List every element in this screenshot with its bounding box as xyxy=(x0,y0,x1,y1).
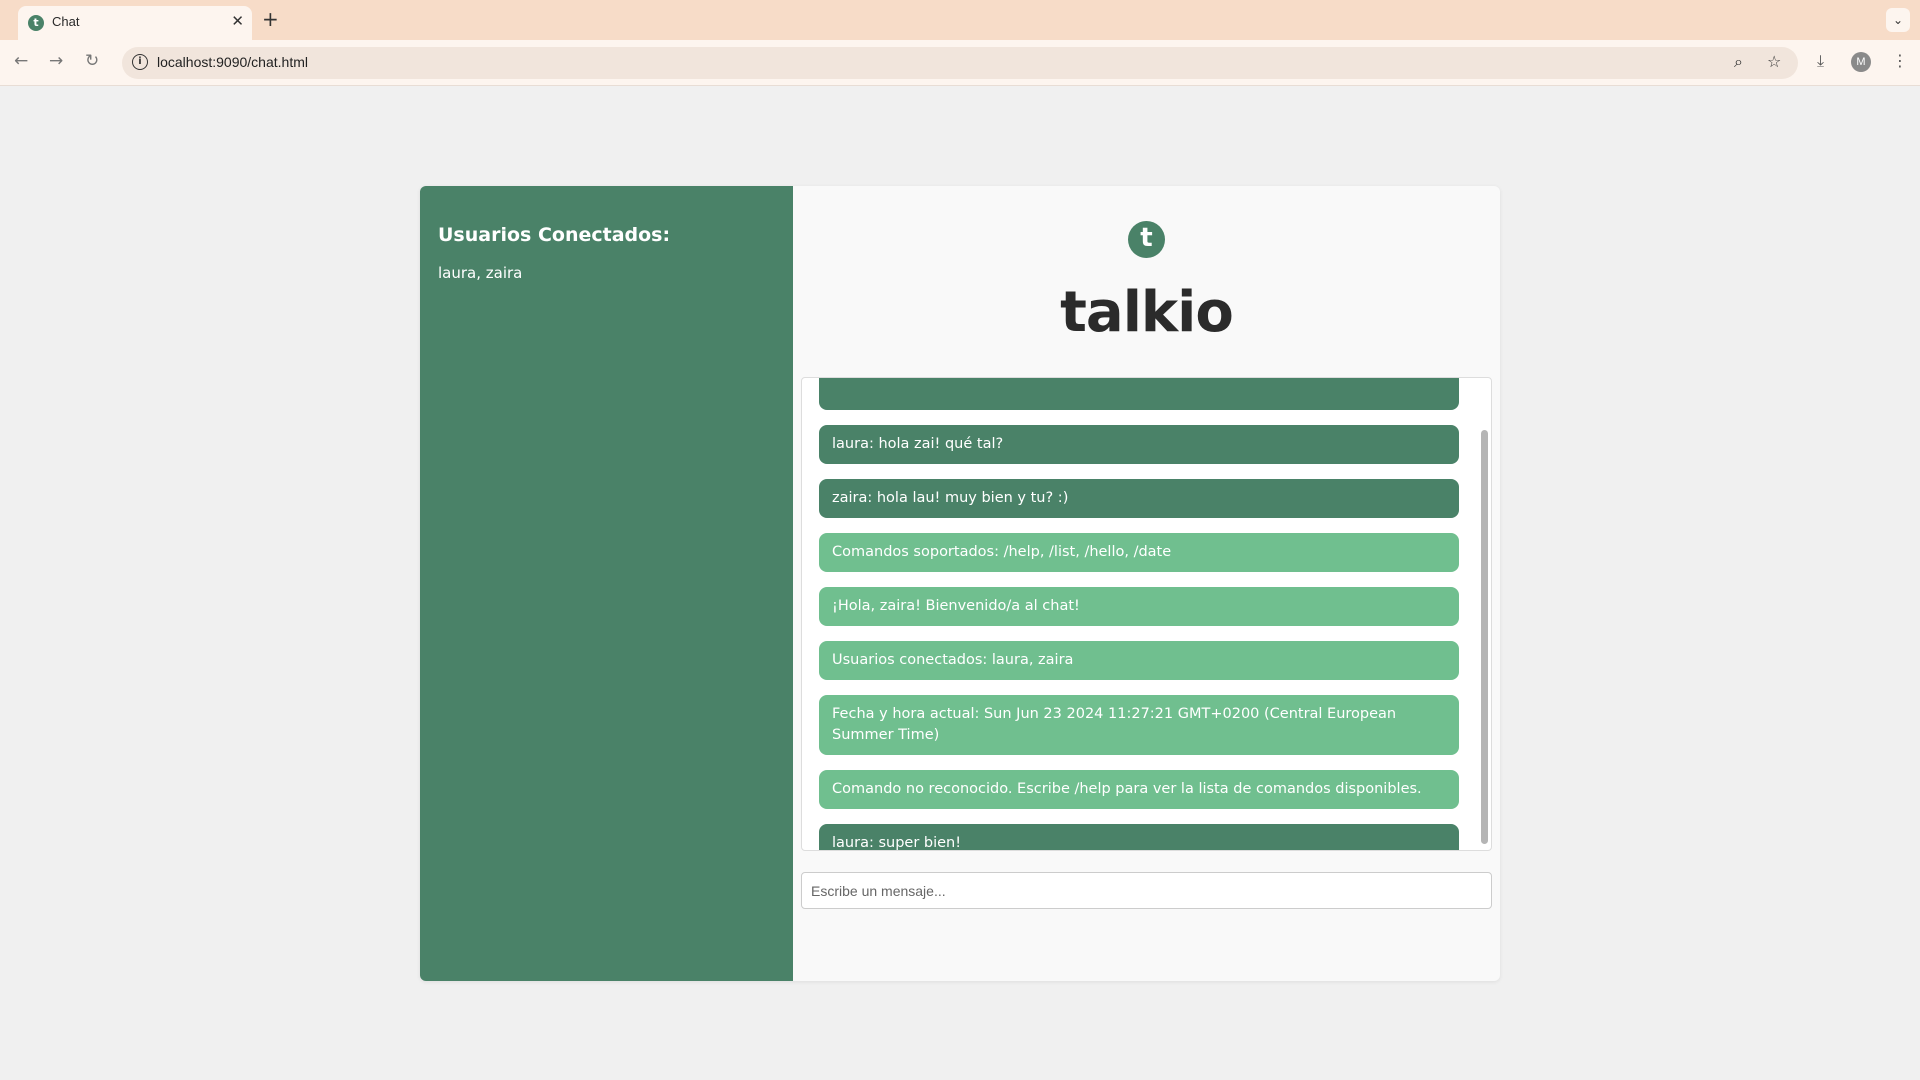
reload-icon[interactable]: ↻ xyxy=(85,51,99,71)
message-input-wrapper xyxy=(801,872,1492,909)
browser-tab-strip: t Chat ✕ + ⌄ xyxy=(0,0,1920,40)
system-message: Usuarios conectados: laura, zaira xyxy=(819,641,1459,680)
forward-arrow-icon[interactable]: → xyxy=(49,51,63,71)
new-tab-icon[interactable]: + xyxy=(262,7,279,31)
messages-scrollbar[interactable] xyxy=(1479,378,1489,850)
system-message: Fecha y hora actual: Sun Jun 23 2024 11:… xyxy=(819,695,1459,755)
talkio-favicon-icon: t xyxy=(28,15,44,31)
connected-users-sidebar: Usuarios Conectados: laura, zaira xyxy=(420,186,793,981)
browser-toolbar: ← → ↻ i localhost:9090/chat.html ⌕ ☆ ⤓ M… xyxy=(0,40,1920,86)
connected-users-list: laura, zaira xyxy=(438,264,523,282)
address-bar[interactable]: i localhost:9090/chat.html ⌕ ☆ xyxy=(122,47,1798,79)
system-message: ¡Hola, zaira! Bienvenido/a al chat! xyxy=(819,587,1459,626)
talkio-logo-icon: t xyxy=(1128,221,1165,258)
sidebar-title: Usuarios Conectados: xyxy=(438,224,671,246)
user-message: zaira: hola lau! muy bien y tu? :) xyxy=(819,479,1459,518)
zoom-icon[interactable]: ⌕ xyxy=(1734,52,1743,72)
message-list: laura: hola zai! qué tal? zaira: hola lau… xyxy=(819,378,1459,850)
user-message xyxy=(819,378,1459,410)
url-text[interactable]: localhost:9090/chat.html xyxy=(157,54,308,70)
back-arrow-icon[interactable]: ← xyxy=(14,51,28,71)
more-menu-icon[interactable]: ⋮ xyxy=(1892,51,1908,70)
message-input[interactable] xyxy=(801,872,1492,909)
bookmark-star-icon[interactable]: ☆ xyxy=(1767,52,1781,71)
user-message: laura: super bien! xyxy=(819,824,1459,850)
site-info-icon[interactable]: i xyxy=(132,54,148,70)
tab-search-chevron-icon[interactable]: ⌄ xyxy=(1886,8,1910,32)
brand-title: talkio xyxy=(1060,280,1234,345)
tab-close-icon[interactable]: ✕ xyxy=(231,12,244,30)
download-icon[interactable]: ⤓ xyxy=(1817,51,1824,71)
chat-main-panel: t talkio laura: hola zai! qué tal? zaira:… xyxy=(793,186,1500,981)
system-message: Comandos soportados: /help, /list, /hell… xyxy=(819,533,1459,572)
user-message: laura: hola zai! qué tal? xyxy=(819,425,1459,464)
messages-panel[interactable]: laura: hola zai! qué tal? zaira: hola lau… xyxy=(801,377,1492,851)
browser-tab-chat[interactable]: t Chat ✕ xyxy=(18,6,252,40)
chat-app-container: Usuarios Conectados: laura, zaira t talk… xyxy=(420,186,1500,981)
profile-avatar[interactable]: M xyxy=(1851,52,1871,72)
scrollbar-thumb[interactable] xyxy=(1481,430,1488,844)
tab-title: Chat xyxy=(52,14,80,29)
system-message: Comando no reconocido. Escribe /help par… xyxy=(819,770,1459,809)
